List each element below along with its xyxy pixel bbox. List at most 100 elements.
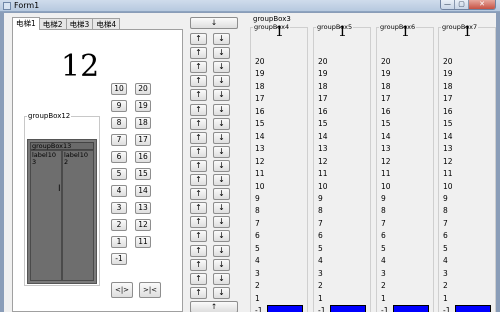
floor-button[interactable]: 16 bbox=[135, 151, 151, 163]
floor-button[interactable]: 15 bbox=[135, 168, 151, 180]
floor-label: 12 bbox=[443, 156, 453, 166]
floor-label: 16 bbox=[443, 106, 453, 116]
floor-label: 17 bbox=[443, 94, 453, 104]
floor-label: 10 bbox=[381, 181, 391, 191]
floor-label: 12 bbox=[318, 156, 328, 166]
floor-button[interactable]: 14 bbox=[135, 185, 151, 197]
floor-button[interactable]: 5 bbox=[111, 168, 127, 180]
hall-up-button[interactable]: ↑ bbox=[190, 47, 207, 60]
floor-button[interactable]: 4 bbox=[111, 185, 127, 197]
floor-button[interactable]: 19 bbox=[135, 100, 151, 112]
hall-down-button[interactable]: ↓ bbox=[213, 47, 230, 60]
floor-label: 17 bbox=[318, 94, 328, 104]
hall-down-button[interactable]: ↓ bbox=[213, 188, 230, 201]
floor-button[interactable]: 1 bbox=[111, 236, 127, 248]
hall-up-button[interactable]: ↑ bbox=[190, 230, 207, 243]
floor-button[interactable]: 9 bbox=[111, 100, 127, 112]
hall-down-button[interactable]: ↓ bbox=[213, 174, 230, 186]
elevator-floor-number: 1 bbox=[338, 24, 347, 40]
hall-up-button[interactable]: ↑ bbox=[190, 145, 207, 158]
floor-label: 13 bbox=[443, 144, 453, 154]
hall-down-button[interactable]: ↓ bbox=[213, 272, 230, 285]
hall-up-button[interactable]: ↑ bbox=[190, 159, 207, 172]
hall-down-button[interactable]: ↓ bbox=[213, 258, 230, 271]
hall-up-button[interactable]: ↑ bbox=[190, 272, 207, 285]
hall-up-button[interactable]: ↑ bbox=[190, 131, 207, 144]
hall-down-button[interactable]: ↓ bbox=[213, 159, 230, 172]
floor-label: 6 bbox=[255, 231, 260, 241]
close-door-button[interactable]: >|< bbox=[139, 282, 161, 298]
hall-up-button[interactable]: ↑ bbox=[190, 244, 207, 257]
floor-label: 19 bbox=[318, 69, 328, 79]
floor-button[interactable]: 3 bbox=[111, 202, 127, 214]
floor-label: 4 bbox=[255, 256, 260, 266]
hall-up-button[interactable]: ↑ bbox=[190, 258, 207, 271]
floor-label: 18 bbox=[255, 81, 265, 91]
floor-button[interactable]: 11 bbox=[135, 236, 151, 248]
open-door-button[interactable]: <|> bbox=[111, 282, 133, 298]
hall-up-button[interactable]: ↑ bbox=[190, 103, 207, 116]
hall-down-button[interactable]: ↓ bbox=[213, 244, 230, 257]
hall-up-button[interactable]: ↑ bbox=[190, 174, 207, 186]
floor-label: 11 bbox=[255, 169, 265, 179]
floor-label: 19 bbox=[443, 69, 453, 79]
hall-down-button[interactable]: ↓ bbox=[213, 117, 230, 130]
floor-label: 5 bbox=[443, 243, 448, 253]
hall-up-button[interactable]: ↑ bbox=[190, 286, 207, 299]
hall-up-button[interactable]: ↑ bbox=[190, 61, 207, 74]
groupbox-12-label: groupBox12 bbox=[27, 112, 72, 120]
floor-button[interactable]: 8 bbox=[111, 117, 127, 129]
floor-button[interactable]: 7 bbox=[111, 134, 127, 146]
hall-down-button[interactable]: ↓ bbox=[213, 75, 230, 88]
groupbox-title: groupBox5 bbox=[316, 23, 354, 31]
hall-down-button[interactable]: ↓ bbox=[213, 131, 230, 144]
close-button[interactable]: ✕ bbox=[469, 0, 495, 9]
floor-label: 2 bbox=[318, 281, 323, 291]
hall-up-button[interactable]: ↑ bbox=[190, 188, 207, 201]
hall-up-button[interactable]: ↑ bbox=[190, 202, 207, 215]
door-left-label: label10 3 bbox=[32, 151, 56, 166]
hall-down-button[interactable]: ↓ bbox=[213, 216, 230, 229]
hall-down-button[interactable]: ↓ bbox=[213, 61, 230, 74]
hall-up-button[interactable]: ↑ bbox=[190, 216, 207, 229]
floor-label: 9 bbox=[255, 193, 260, 203]
hall-down-button[interactable]: ↓ bbox=[213, 33, 230, 45]
floor-label: 15 bbox=[255, 119, 265, 129]
groupbox-3-label: groupBox3 bbox=[252, 15, 292, 23]
floor-label: 19 bbox=[381, 69, 391, 79]
window-title: Form1 bbox=[14, 1, 40, 10]
hall-up-button[interactable]: ↑ bbox=[190, 89, 207, 102]
floor-label: 3 bbox=[443, 268, 448, 278]
floor-button[interactable]: 10 bbox=[111, 83, 127, 95]
floor-label: 16 bbox=[255, 106, 265, 116]
hall-down-button[interactable]: ↓ bbox=[213, 89, 230, 102]
hall-down-button[interactable]: ↓ bbox=[213, 145, 230, 158]
bottom-floor-up-button[interactable]: ↑ bbox=[190, 301, 238, 312]
hall-down-button[interactable]: ↓ bbox=[213, 103, 230, 116]
floor-label: 1 bbox=[381, 293, 386, 303]
floor-label: 3 bbox=[381, 268, 386, 278]
top-floor-down-button[interactable]: ↓ bbox=[190, 17, 238, 29]
floor-button[interactable]: 20 bbox=[135, 83, 151, 95]
maximize-button[interactable]: ▢ bbox=[455, 0, 469, 9]
hall-up-button[interactable]: ↑ bbox=[190, 117, 207, 130]
minimize-button[interactable]: — bbox=[441, 0, 455, 9]
elevator-status-groupbox: groupBox5 1 20 19 18 17 16 15 14 13 12 11 10 9 8 7 6 5 4 3 2… bbox=[313, 23, 371, 312]
floor-label: 4 bbox=[318, 256, 323, 266]
floor-button[interactable]: 17 bbox=[135, 134, 151, 146]
hall-down-button[interactable]: ↓ bbox=[213, 286, 230, 299]
floor-label: 20 bbox=[318, 57, 328, 66]
floor-button[interactable]: 2 bbox=[111, 219, 127, 231]
floor-button[interactable]: -1 bbox=[111, 253, 127, 265]
hall-up-button[interactable]: ↑ bbox=[190, 75, 207, 88]
app-icon bbox=[3, 2, 11, 10]
hall-down-button[interactable]: ↓ bbox=[213, 202, 230, 215]
floor-label: 8 bbox=[443, 206, 448, 216]
tab-elevator-1[interactable]: 电梯1 bbox=[12, 17, 40, 30]
floor-button[interactable]: 13 bbox=[135, 202, 151, 214]
floor-button[interactable]: 18 bbox=[135, 117, 151, 129]
hall-up-button[interactable]: ↑ bbox=[190, 33, 207, 45]
floor-button[interactable]: 6 bbox=[111, 151, 127, 163]
hall-down-button[interactable]: ↓ bbox=[213, 230, 230, 243]
floor-button[interactable]: 12 bbox=[135, 219, 151, 231]
